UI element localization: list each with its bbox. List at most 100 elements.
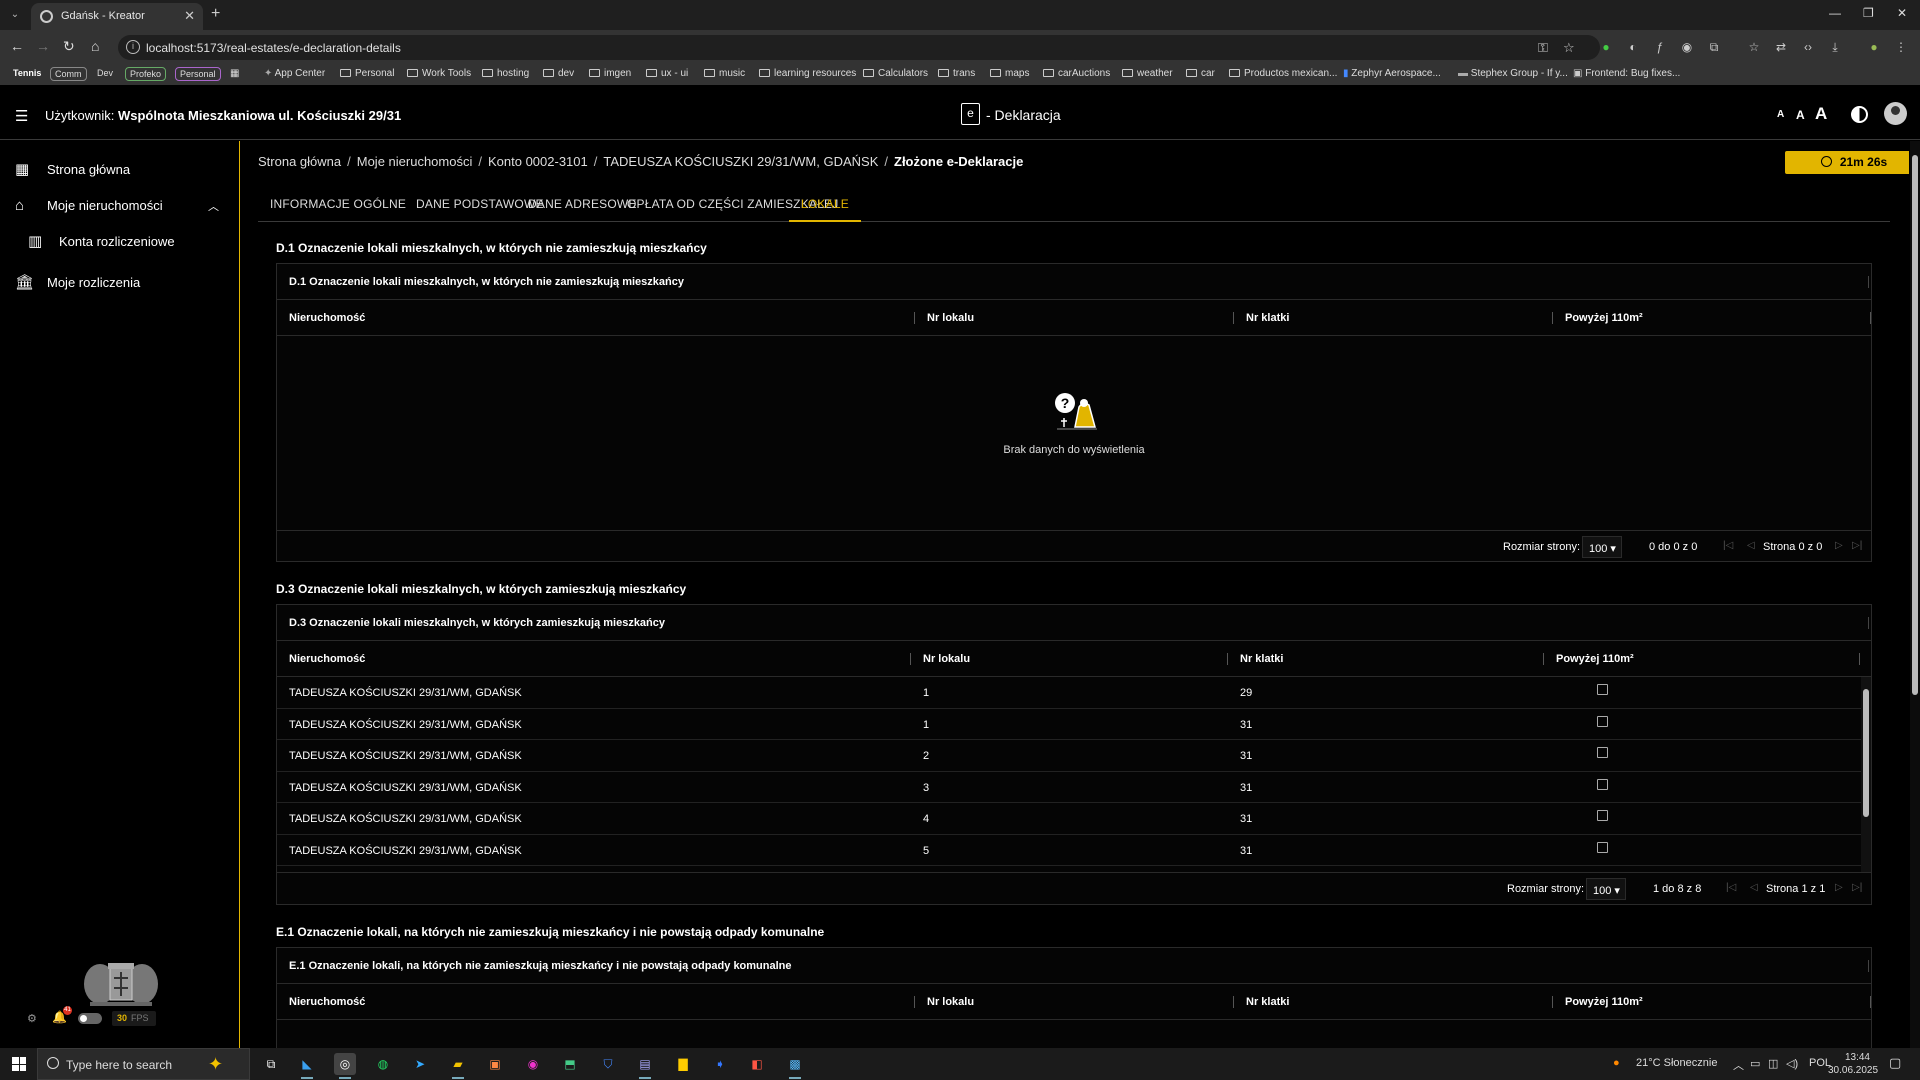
table-row[interactable]: TADEUSZA KOŚCIUSZKI 29/31/WM, GDAŃSK 1 2… <box>277 677 1871 709</box>
column-separator[interactable] <box>1233 996 1234 1008</box>
column-unit[interactable]: Nr lokalu <box>927 996 974 1008</box>
download-icon[interactable]: ⤓ <box>1827 39 1843 55</box>
bookmark-folder-learning[interactable]: learning resources <box>759 68 856 79</box>
windows-start-icon[interactable] <box>12 1057 26 1071</box>
next-page-icon[interactable]: ▷ <box>1835 540 1843 551</box>
weather-text[interactable]: 21°C Słonecznie <box>1636 1057 1717 1069</box>
bookmark-personal-pill[interactable]: Personal <box>175 67 221 81</box>
bookmark-folder-productos[interactable]: Productos mexican... <box>1229 68 1337 79</box>
theme-toggle[interactable] <box>78 1013 102 1024</box>
table-scrollbar[interactable] <box>1861 677 1871 872</box>
tab-units[interactable]: LOKALE <box>789 185 861 222</box>
table-row[interactable]: TADEUSZA KOŚCIUSZKI 29/31/WM, GDAŃSK 3 3… <box>277 772 1871 803</box>
tray-battery-icon[interactable]: ▭ <box>1750 1057 1760 1070</box>
column-separator[interactable] <box>910 653 911 665</box>
bookmark-folder-ux-ui[interactable]: ux - ui <box>646 68 688 79</box>
bookmark-comm[interactable]: Comm <box>50 67 87 81</box>
sticky-notes-icon[interactable]: ▇ <box>672 1053 694 1075</box>
app-orange-icon[interactable]: ▣ <box>484 1053 506 1075</box>
breadcrumb-properties[interactable]: Moje nieruchomości <box>357 154 473 169</box>
extension-circle-icon[interactable]: ◉ <box>1679 39 1695 55</box>
chrome-icon[interactable]: ◎ <box>334 1053 356 1079</box>
forward-icon[interactable]: → <box>36 38 50 54</box>
tab-general-info[interactable]: INFORMACJE OGÓLNE <box>258 185 418 222</box>
table-row[interactable]: TADEUSZA KOŚCIUSZKI 29/31/WM, GDAŃSK 4 3… <box>277 803 1871 835</box>
prev-page-icon[interactable]: ◁ <box>1747 540 1755 551</box>
column-separator[interactable] <box>1233 312 1234 324</box>
bookmark-folder-work-tools[interactable]: Work Tools <box>407 68 471 79</box>
reload-icon[interactable]: ↻ <box>63 38 75 55</box>
tray-volume-icon[interactable]: ◁) <box>1786 1057 1798 1070</box>
table-row[interactable]: TADEUSZA KOŚCIUSZKI 29/31/WM, GDAŃSK 1 3… <box>277 709 1871 740</box>
page-size-select[interactable]: 100 ▾ <box>1586 878 1626 900</box>
sidebar-item-accounts[interactable]: ▥ Konta rozliczeniowe <box>0 225 239 259</box>
table-row[interactable]: TADEUSZA KOŚCIUSZKI 29/31/WM, GDAŃSK 2 3… <box>277 740 1871 772</box>
first-page-icon[interactable]: |◁ <box>1726 882 1736 893</box>
apps-grid-icon[interactable]: ▦ <box>230 68 239 79</box>
restore-icon[interactable]: ❐ <box>1863 6 1874 20</box>
menu-toggle-icon[interactable]: ☰ <box>15 107 28 125</box>
column-separator[interactable] <box>1552 312 1553 324</box>
column-property[interactable]: Nieruchomość <box>289 996 365 1008</box>
bookmarks-star-icon[interactable]: ☆ <box>1746 39 1762 55</box>
column-separator[interactable] <box>914 996 915 1008</box>
new-tab-icon[interactable]: + <box>211 5 220 23</box>
column-separator[interactable] <box>1870 312 1871 324</box>
column-separator[interactable] <box>1870 996 1871 1008</box>
sidebar-item-settlements[interactable]: 🏛 Moje rozliczenia <box>0 266 239 300</box>
taskbar-clock[interactable]: 13:44 30.06.2025 <box>1828 1051 1878 1077</box>
bookmark-folder-imgen[interactable]: imgen <box>589 68 631 79</box>
bookmark-app-center[interactable]: ✦ App Center <box>264 68 325 79</box>
scrollbar-thumb[interactable] <box>1912 155 1918 695</box>
over-110-checkbox[interactable] <box>1597 715 1608 727</box>
contrast-icon[interactable] <box>1851 106 1868 123</box>
sidebar-item-home[interactable]: ▦ Strona główna <box>0 153 239 187</box>
notifications-icon[interactable]: ▢ <box>1889 1055 1901 1071</box>
column-stair[interactable]: Nr klatki <box>1246 996 1289 1008</box>
over-110-checkbox[interactable] <box>1597 841 1608 853</box>
avatar[interactable] <box>1884 102 1907 125</box>
column-separator[interactable] <box>1859 653 1860 665</box>
bookmark-frontend[interactable]: ▣ Frontend: Bug fixes... <box>1573 68 1680 79</box>
breadcrumb-address[interactable]: TADEUSZA KOŚCIUSZKI 29/31/WM, GDAŃSK <box>603 154 878 169</box>
app-shield-icon[interactable]: ⛉ <box>597 1053 619 1075</box>
over-110-checkbox[interactable] <box>1597 810 1608 821</box>
url-field[interactable]: i localhost:5173/real-estates/e-declarat… <box>118 35 1600 60</box>
column-separator[interactable] <box>914 312 915 324</box>
tab-search-icon[interactable]: ⌄ <box>6 6 24 24</box>
font-size-small-button[interactable]: A <box>1777 109 1784 120</box>
chevron-up-icon[interactable]: ︿ <box>208 198 219 214</box>
password-key-icon[interactable]: ⚿ <box>1538 40 1548 56</box>
task-view-icon[interactable]: ⧉ <box>260 1053 282 1075</box>
browser-menu-icon[interactable]: ⋮ <box>1893 39 1909 55</box>
last-page-icon[interactable]: ▷| <box>1852 882 1862 893</box>
column-stair[interactable]: Nr klatki <box>1240 653 1283 665</box>
next-page-icon[interactable]: ▷ <box>1835 882 1843 893</box>
bookmark-folder-car[interactable]: car <box>1186 68 1215 79</box>
font-size-large-button[interactable]: A <box>1815 104 1827 124</box>
extension-green-icon[interactable]: ● <box>1598 39 1614 55</box>
bookmark-dev[interactable]: Dev <box>97 68 113 78</box>
bookmark-folder-maps[interactable]: maps <box>990 68 1029 79</box>
file-explorer-icon[interactable]: ▰ <box>447 1053 469 1079</box>
site-info-icon[interactable]: i <box>126 40 140 54</box>
bookmark-profeko[interactable]: Profeko <box>125 67 167 81</box>
bookmark-folder-weather[interactable]: weather <box>1122 68 1173 79</box>
power-automate-icon[interactable]: ➧ <box>709 1053 731 1075</box>
bookmark-zephyr[interactable]: ▮ Zephyr Aerospace... <box>1343 68 1441 79</box>
breadcrumb-account[interactable]: Konto 0002-3101 <box>488 154 588 169</box>
tray-network-icon[interactable]: ◫ <box>1768 1057 1778 1070</box>
figma-icon[interactable]: ◧ <box>746 1053 768 1075</box>
app-pink-icon[interactable]: ◉ <box>522 1053 544 1075</box>
column-unit[interactable]: Nr lokalu <box>927 312 974 324</box>
tab-close-icon[interactable]: ✕ <box>184 8 195 24</box>
translate-icon[interactable]: ⇄ <box>1773 39 1789 55</box>
browser-tab[interactable]: Gdańsk - Kreator ✕ <box>31 3 203 30</box>
app-green-icon[interactable]: ⬒ <box>559 1053 581 1075</box>
bookmark-folder-music[interactable]: music <box>704 68 745 79</box>
window-close-icon[interactable]: ✕ <box>1897 6 1907 20</box>
back-icon[interactable]: ← <box>10 38 24 54</box>
over-110-checkbox[interactable] <box>1597 747 1608 758</box>
tray-chevron-icon[interactable]: ︿ <box>1733 1057 1744 1073</box>
page-size-select[interactable]: 100 ▾ <box>1582 536 1622 558</box>
